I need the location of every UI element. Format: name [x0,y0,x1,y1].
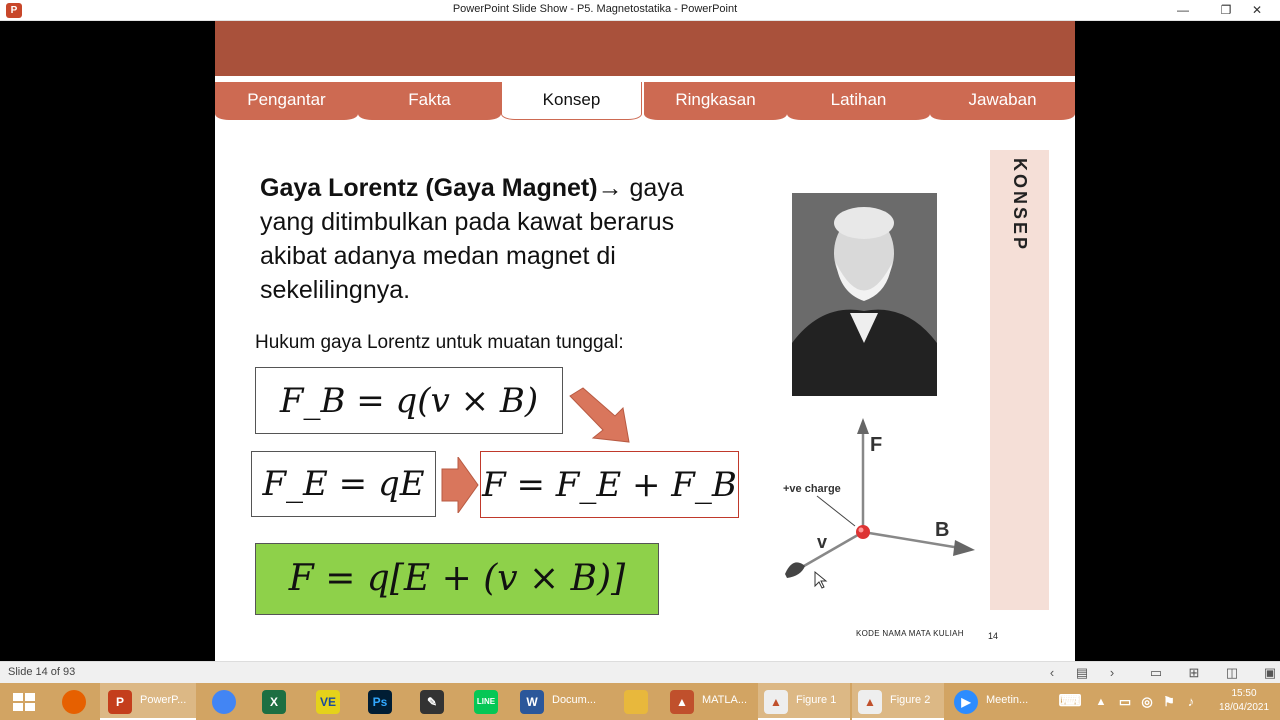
line-taskbar-icon[interactable]: LINE [462,683,510,720]
previous-slide-icon[interactable]: ‹ [1044,665,1060,681]
slide-nav: Pengantar Fakta Konsep Ringkasan Latihan… [215,82,1075,124]
minimize-button[interactable]: — [1160,0,1206,21]
close-button[interactable]: ✕ [1234,0,1280,21]
battery-icon: ▭ [1118,694,1132,709]
slide[interactable]: Pengantar Fakta Konsep Ringkasan Latihan… [215,21,1075,661]
taskbar-item-zoom[interactable]: ▶ Meetin... [948,683,1040,720]
equation-electric-force: F_E = qE [251,451,436,517]
tool-taskbar-icon[interactable]: ✎ [408,683,456,720]
arrow-right-icon [441,457,479,513]
firefox-taskbar-icon[interactable] [50,683,98,720]
clock-date: 18/04/2021 [1218,702,1270,713]
arrow-down-right-icon [569,387,630,443]
taskbar-label: MATLA... [702,694,748,706]
slide-counter: Slide 14 of 93 [8,666,76,678]
window-title: PowerPoint Slide Show - P5. Magnetostati… [452,3,738,15]
normal-view-icon[interactable]: ▭ [1148,665,1164,681]
equation-total-force: F = F_E + F_B [480,451,739,518]
zoom-video-icon: ▶ [954,690,978,714]
keyboard-icon: ⌨ [1058,693,1082,710]
powerpoint-icon: P [108,690,132,714]
footer-slide-number: 14 [988,631,999,641]
taskbar-item-figure1[interactable]: ▲ Figure 1 [758,683,850,720]
word-icon: W [520,690,544,714]
slide-stage: Pengantar Fakta Konsep Ringkasan Latihan… [0,21,1280,661]
windows-taskbar: P PowerP... X VE Ps ✎ LINE W Docum... ▲ … [0,683,1280,720]
taskbar-label: PowerP... [140,694,187,706]
concept-heading: Gaya Lorentz (Gaya Magnet)→ gaya yang di… [260,171,740,307]
slideshow-view-icon[interactable]: ▣ [1262,665,1278,681]
taskbar-label: Meetin... [986,694,1029,706]
eq-text: F = q[E + (v × B)] [288,558,626,599]
slide-sorter-icon[interactable]: ⊞ [1186,665,1202,681]
photoshop-taskbar-icon[interactable]: Ps [356,683,404,720]
system-tray[interactable]: ▲ ▭ ◎ ⚑ ♪ [1092,683,1212,720]
eq-text: F_B = q(v × B) [279,381,539,421]
label-charge: +ve charge [783,483,841,495]
side-strip: KONSEP [990,150,1049,610]
mouse-cursor-icon [814,570,828,589]
windows-logo-icon [13,693,35,711]
network-icon: ◎ [1141,694,1153,709]
taskbar-clock[interactable]: 15:50 18/04/2021 [1214,687,1274,715]
label-b: B [935,519,949,541]
next-slide-icon[interactable]: › [1104,665,1120,681]
tab-fakta[interactable]: Fakta [358,82,501,120]
tab-latihan[interactable]: Latihan [787,82,930,120]
flag-icon: ⚑ [1163,694,1175,709]
matlab-figure-icon: ▲ [764,690,788,714]
lorentz-vector-diagram: F B v +ve charge [783,418,975,589]
reading-view-icon[interactable]: ◫ [1224,665,1240,681]
line-app-icon: LINE [474,690,498,714]
header-divider [215,76,1075,79]
firefox-icon [62,690,86,714]
slide-menu-icon[interactable]: ▤ [1074,665,1090,681]
eq-text: F = F_E + F_B [482,465,737,505]
tab-konsep[interactable]: Konsep [501,82,642,120]
volume-icon: ♪ [1187,694,1195,709]
taskbar-label: Docum... [552,694,597,706]
eq-text: F_E = qE [262,464,425,504]
taskbar-item-figure2[interactable]: ▲ Figure 2 [852,683,944,720]
window-titlebar: P PowerPoint Slide Show - P5. Magnetosta… [0,0,1280,21]
ve-taskbar-icon[interactable]: VE [306,683,354,720]
equation-magnetic-force: F_B = q(v × B) [255,367,563,434]
side-label: KONSEP [1010,158,1030,253]
label-f: F [870,434,882,456]
start-button[interactable] [0,683,48,720]
label-v: v [817,532,827,552]
tab-jawaban[interactable]: Jawaban [930,82,1075,120]
taskbar-item-word[interactable]: W Docum... [514,683,610,720]
taskbar-item-powerpoint[interactable]: P PowerP... [100,683,196,720]
slide-header-band [215,21,1075,76]
taskbar-label: Figure 2 [890,694,931,706]
keyboard-tray-icon[interactable]: ⌨ [1056,683,1086,720]
excel-taskbar-icon[interactable]: X [250,683,298,720]
matlab-figure-icon: ▲ [858,690,882,714]
lorentz-subheading: Hukum gaya Lorentz untuk muatan tunggal: [255,332,624,353]
clock-time: 15:50 [1231,688,1257,699]
footer-course-code: KODE NAMA MATA KULIAH [856,629,964,638]
slideshow-statusbar: Slide 14 of 93 ‹ ▤ › ▭ ⊞ ◫ ▣ [0,661,1280,683]
tab-pengantar[interactable]: Pengantar [215,82,358,120]
chrome-taskbar-icon[interactable] [200,683,248,720]
tab-ringkasan[interactable]: Ringkasan [644,82,787,120]
heading-bold: Gaya Lorentz (Gaya Magnet) [260,174,598,202]
folder-icon [624,690,648,714]
excel-icon: X [262,690,286,714]
portrait-drawing [792,193,937,396]
pencil-tool-icon: ✎ [420,690,444,714]
ve-icon: VE [316,690,340,714]
lorentz-portrait-image [792,193,937,396]
matlab-icon: ▲ [670,690,694,714]
photoshop-icon: Ps [368,690,392,714]
taskbar-label: Figure 1 [796,694,837,706]
explorer-taskbar-icon[interactable] [612,683,660,720]
heading-arrow: → [597,174,623,202]
chevron-up-icon: ▲ [1095,696,1107,708]
chrome-icon [212,690,236,714]
taskbar-item-matlab[interactable]: ▲ MATLA... [664,683,756,720]
equation-lorentz-force: F = q[E + (v × B)] [255,543,659,615]
